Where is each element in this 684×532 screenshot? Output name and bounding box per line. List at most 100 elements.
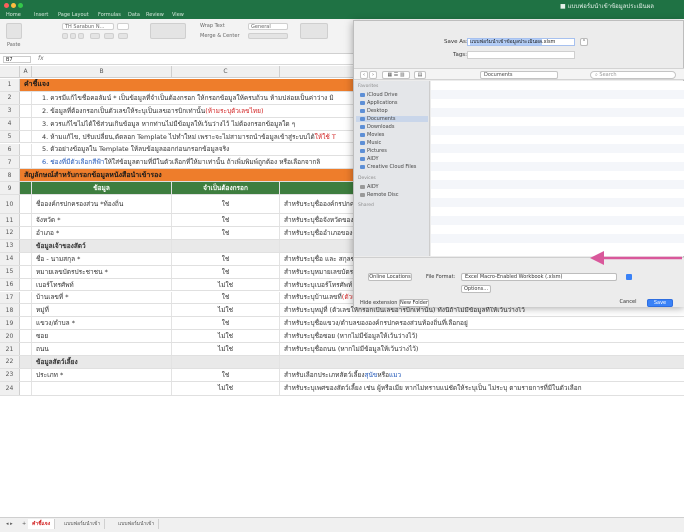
sidebar-item-desktop[interactable]: Desktop (360, 108, 388, 114)
field-name-cell[interactable]: บ้านเลขที่ * (32, 291, 172, 304)
field-name-cell[interactable]: ข้อมูลสัตว์เลี้ยง (32, 356, 172, 368)
sheet-tab-instructions[interactable]: คำชี้แจง (28, 519, 56, 529)
row-number[interactable]: 21 (0, 343, 20, 355)
save-as-input[interactable]: แบบฟอร์มนำเข้าข้อมูลประเมินผล.xlsm (467, 38, 575, 46)
gallery-view-icon[interactable]: ▤ (414, 71, 426, 79)
expand-dialog-button[interactable]: ⌃ (580, 38, 588, 46)
conditional-format-button[interactable] (300, 23, 328, 39)
required-cell[interactable]: ใช่ (172, 252, 280, 265)
sheet-nav-icon[interactable]: ◂ ▸ (2, 519, 17, 529)
view-mode-icon[interactable]: ▦ ☰ ▥ (382, 71, 410, 79)
underline-button[interactable] (78, 33, 84, 39)
forward-icon[interactable]: › (369, 71, 377, 79)
column-header-c[interactable]: C (172, 66, 280, 78)
italic-button[interactable] (70, 33, 76, 39)
row-number[interactable]: 19 (0, 317, 20, 330)
required-cell[interactable]: ใช่ (172, 291, 280, 304)
required-cell[interactable]: ใช่ (172, 214, 280, 226)
online-locations-button[interactable]: Online Locations (368, 273, 412, 281)
description-cell[interactable]: สำหรับระบุชื่อแขวง/ตำบลขององค์กรปกครองส่… (280, 317, 684, 329)
file-format-select[interactable]: Excel Macro-Enabled Workbook (.xlsm) (461, 273, 617, 281)
number-format-buttons[interactable] (248, 33, 288, 39)
row-number[interactable]: 3 (0, 104, 20, 117)
file-format-stepper-icon[interactable] (626, 274, 632, 280)
description-cell[interactable]: สำหรับเลือกประเภทสัตว์เลี้ยง สุนัข หรือ แ… (280, 369, 684, 381)
field-name-cell[interactable]: ชื่อองค์กรปกครองส่วน *ท้องถิ่น (32, 195, 172, 214)
required-cell[interactable]: ใช่ (172, 195, 280, 214)
sidebar-item-downloads[interactable]: Downloads (360, 124, 394, 130)
cell-a[interactable] (20, 356, 32, 368)
row-number[interactable]: 15 (0, 265, 20, 278)
font-color-button[interactable] (118, 33, 128, 39)
bold-button[interactable] (62, 33, 68, 39)
field-name-cell[interactable]: เบอร์โทรศัพท์ (32, 278, 172, 291)
cell-a[interactable] (20, 227, 32, 239)
file-list[interactable] (431, 81, 684, 256)
tab-data[interactable]: Data (128, 11, 140, 19)
cell-a[interactable] (20, 143, 32, 156)
sidebar-item-movies[interactable]: Movies (360, 132, 384, 138)
field-name-cell[interactable]: ชื่อ - นามสกุล * (32, 252, 172, 265)
cell-a[interactable] (20, 195, 32, 214)
tab-formulas[interactable]: Formulas (98, 11, 121, 19)
row-number[interactable]: 24 (0, 381, 20, 395)
field-name-cell[interactable]: ซอย (32, 330, 172, 343)
cell-a[interactable] (20, 265, 32, 278)
paste-icon[interactable] (6, 23, 22, 39)
row-number[interactable]: 13 (0, 239, 20, 252)
back-icon[interactable]: ‹ (360, 71, 368, 79)
row-number[interactable]: 16 (0, 278, 20, 291)
row-number[interactable]: 4 (0, 117, 20, 130)
row-number[interactable]: 10 (0, 195, 20, 214)
field-name-cell[interactable]: แขวง/ตำบล * (32, 317, 172, 330)
tab-home[interactable]: Home (6, 11, 21, 19)
tab-review[interactable]: Review (146, 11, 164, 19)
required-cell[interactable]: ไม่ใช่ (172, 278, 280, 291)
cell-a[interactable] (20, 104, 32, 117)
cell-a[interactable] (20, 214, 32, 226)
required-cell[interactable]: ไม่ใช่ (172, 343, 280, 355)
row-number[interactable]: 12 (0, 227, 20, 239)
required-cell[interactable]: ใช่ (172, 265, 280, 278)
cell-a[interactable] (20, 330, 32, 343)
font-size-select[interactable] (117, 23, 129, 30)
new-folder-button[interactable]: New Folder (399, 299, 429, 307)
description-cell[interactable]: สำหรับระบุเพศของสัตว์เลี้ยง เช่น ผู้หรือ… (280, 382, 684, 395)
row-number[interactable]: 14 (0, 252, 20, 265)
number-format-select[interactable]: General (248, 23, 288, 30)
cell-a[interactable] (20, 304, 32, 317)
field-name-cell[interactable] (32, 381, 172, 395)
row-number[interactable]: 18 (0, 304, 20, 317)
tab-page-layout[interactable]: Page Layout (58, 11, 89, 19)
column-header-a[interactable]: A (20, 66, 32, 78)
row-number[interactable]: 8 (0, 169, 20, 182)
select-all-corner[interactable] (0, 66, 20, 78)
cell-a[interactable] (20, 182, 32, 195)
row-number[interactable]: 22 (0, 356, 20, 368)
required-cell[interactable]: ใช่ (172, 368, 280, 381)
row-number[interactable]: 23 (0, 368, 20, 381)
close-window-icon[interactable] (4, 3, 9, 8)
font-select[interactable]: TH Sarabun N... (62, 23, 114, 30)
borders-button[interactable] (90, 33, 100, 39)
cell-a[interactable] (20, 91, 32, 104)
cell-a[interactable] (20, 252, 32, 265)
description-cell[interactable] (280, 356, 684, 368)
save-button[interactable]: Save (647, 299, 673, 307)
sidebar-item-remote-disc[interactable]: Remote Disc (360, 192, 398, 198)
sidebar-item-icloud[interactable]: iCloud Drive (360, 92, 398, 98)
sheet-tab-import-2[interactable]: แบบฟอร์มนำเข้า (114, 519, 160, 529)
required-cell[interactable]: ไม่ใช่ (172, 330, 280, 343)
field-name-cell[interactable]: อำเภอ * (32, 227, 172, 239)
required-cell[interactable]: ไม่ใช่ (172, 304, 280, 317)
tags-input[interactable] (467, 51, 575, 59)
column-header-b[interactable]: B (32, 66, 172, 78)
cell-a[interactable] (20, 130, 32, 143)
row-number[interactable]: 1 (0, 79, 20, 91)
row-number[interactable]: 9 (0, 182, 20, 195)
row-number[interactable]: 5 (0, 130, 20, 143)
required-cell[interactable]: ไม่ใช่ (172, 381, 280, 395)
sidebar-item-creative-cloud[interactable]: Creative Cloud Files (360, 164, 416, 170)
row-number[interactable]: 20 (0, 330, 20, 343)
name-box[interactable]: B7 (3, 56, 31, 63)
